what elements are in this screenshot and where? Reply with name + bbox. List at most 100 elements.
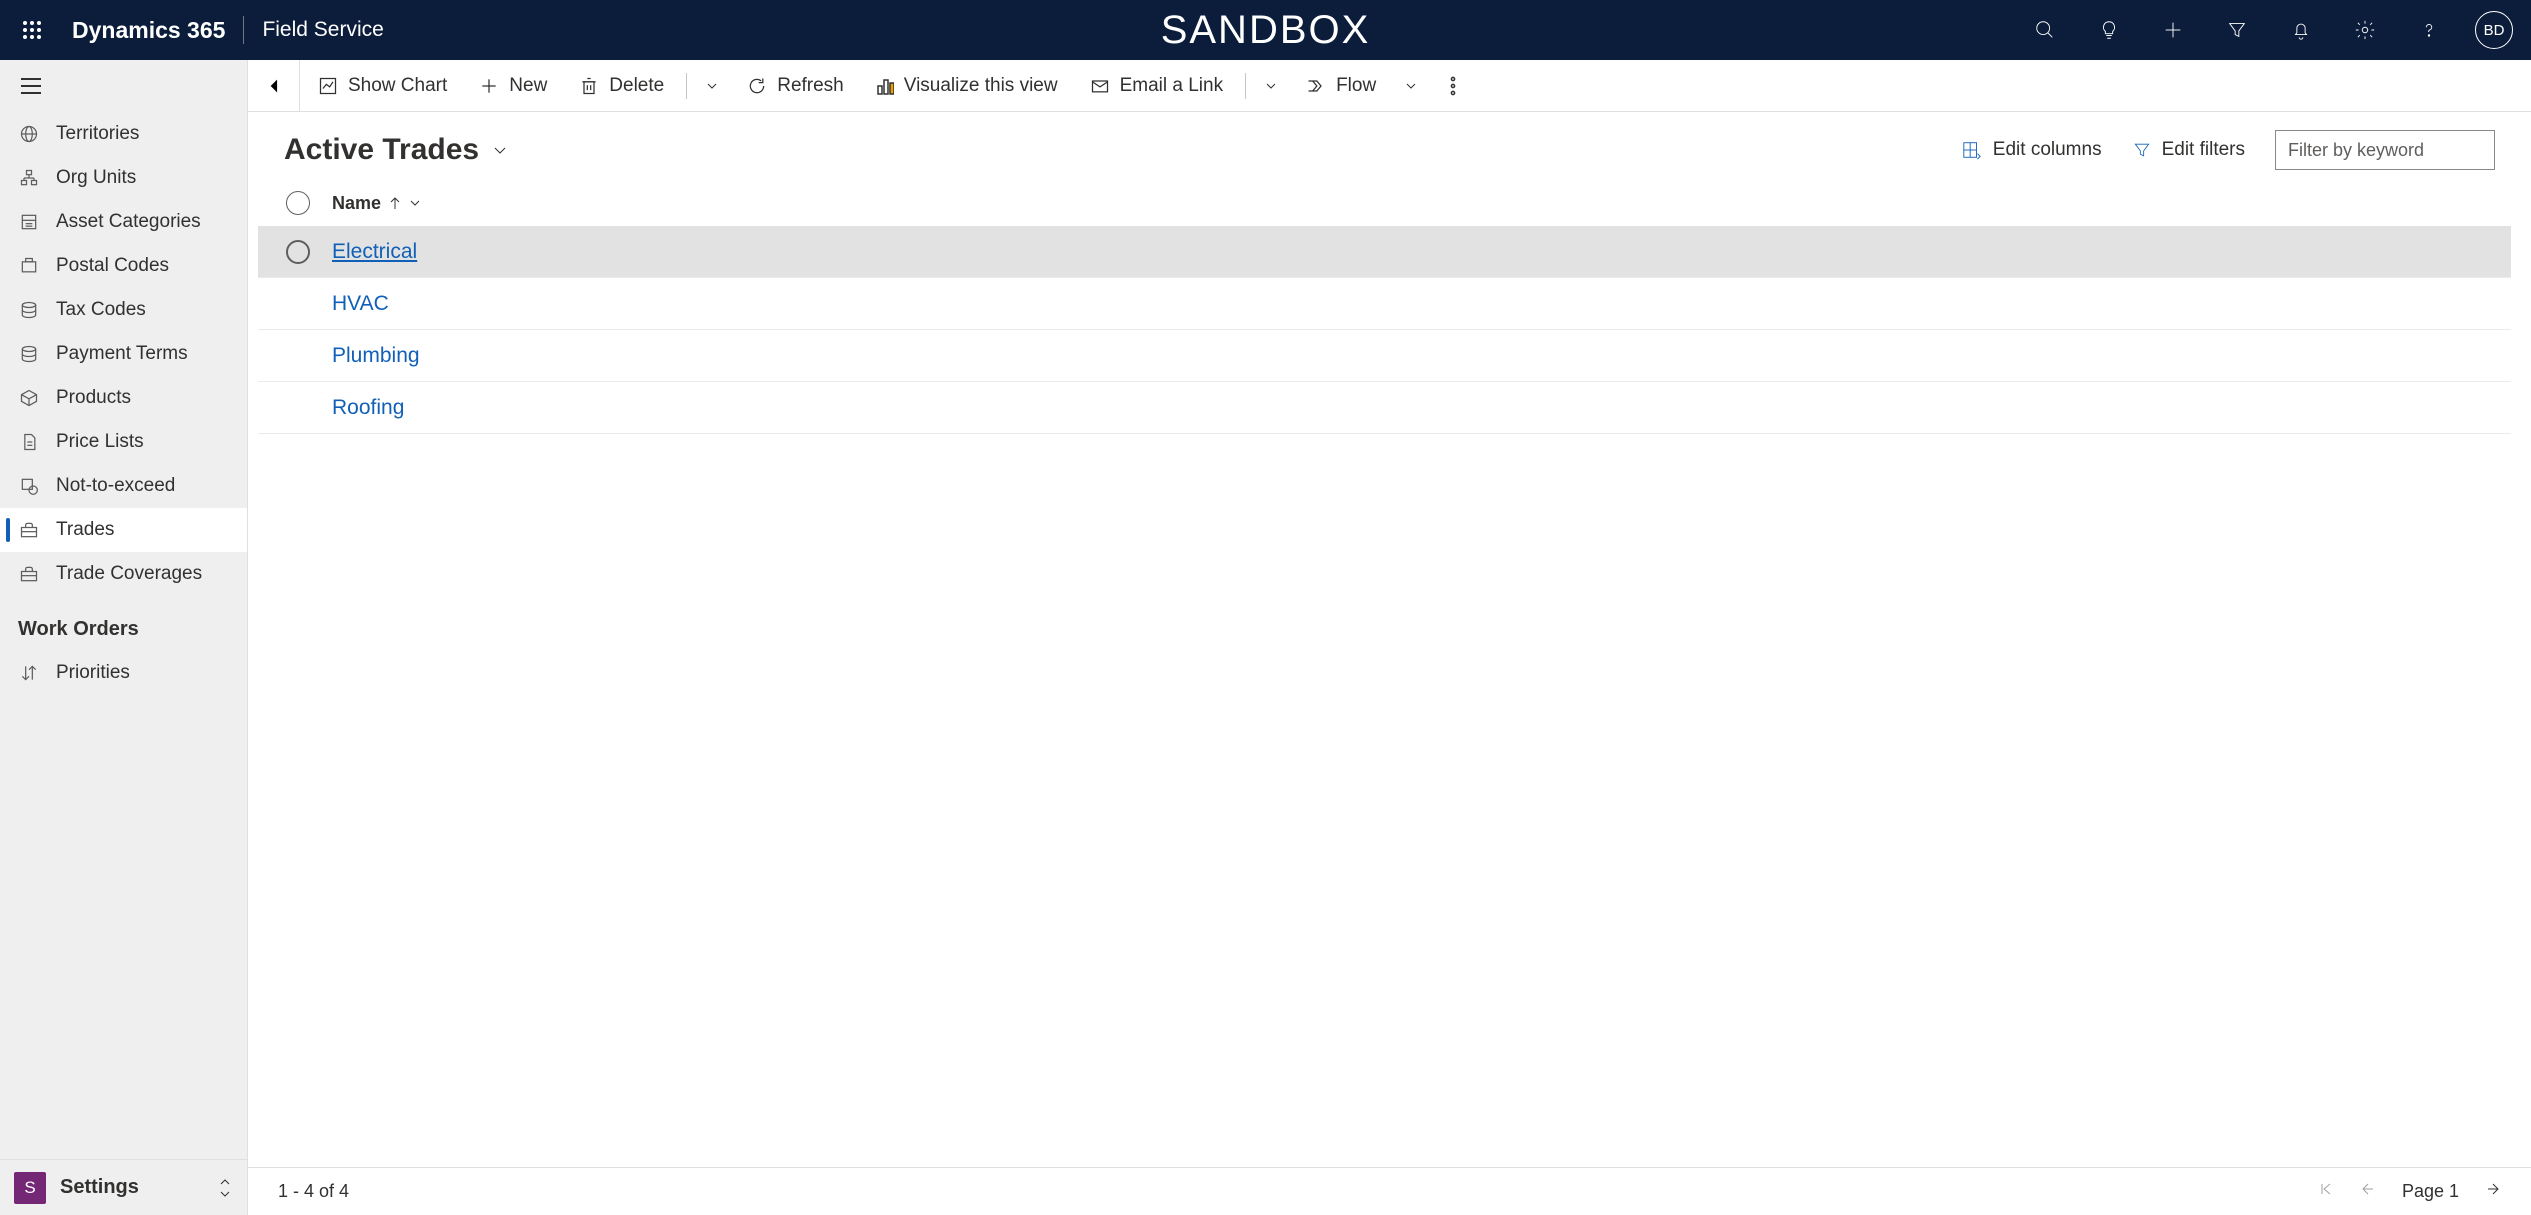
environment-label: SANDBOX [1161,8,1371,53]
pagination: Page 1 [2318,1181,2501,1202]
view-header: Active Trades Edit columns Edit filters [248,112,2531,180]
flow-button[interactable]: Flow [1292,60,1390,111]
grid-header-row: Name [258,180,2511,226]
sort-asc-icon [389,196,401,210]
separator [686,73,687,99]
view-title-dropdown[interactable]: Active Trades [284,133,509,167]
grid-footer: 1 - 4 of 4 Page 1 [248,1167,2531,1215]
flow-chevron[interactable] [1394,79,1428,93]
show-chart-button[interactable]: Show Chart [304,60,461,111]
app-launcher-icon[interactable] [8,6,56,54]
globe-icon [18,124,40,144]
nav-group-title: Work Orders [0,596,247,651]
overflow-button[interactable] [1436,60,1470,111]
doc-icon [18,432,40,452]
divider [243,16,244,44]
table-row[interactable]: Roofing [258,382,2511,434]
sidebar-item-not-to-exceed[interactable]: Not-to-exceed [0,464,247,508]
show-chart-label: Show Chart [348,75,447,97]
new-label: New [509,75,547,97]
flow-label: Flow [1336,75,1376,97]
brand-label[interactable]: Dynamics 365 [72,17,225,44]
email-link-button[interactable]: Email a Link [1076,60,1238,111]
column-name-header[interactable]: Name [322,193,421,214]
sidebar-item-org-units[interactable]: Org Units [0,156,247,200]
filter-keyword-input[interactable] [2275,130,2495,170]
table-row[interactable]: Plumbing [258,330,2511,382]
toolbox-icon [18,564,40,584]
sidebar: Territories Org Units Asset CategoriesPost… [0,60,248,1215]
chevron-down-icon [409,197,421,209]
column-name-label: Name [332,193,381,214]
global-topbar: Dynamics 365 Field Service SANDBOX BD [0,0,2531,60]
edit-columns-button[interactable]: Edit columns [1961,139,2102,161]
gear-icon[interactable] [2347,12,2383,48]
topbar-actions: BD [2027,11,2523,49]
edit-filters-button[interactable]: Edit filters [2132,139,2245,161]
org-icon [18,168,40,188]
delete-split-chevron[interactable] [695,79,729,93]
page-label: Page 1 [2402,1181,2459,1202]
email-link-label: Email a Link [1120,75,1224,97]
priority-icon [18,663,40,683]
view-title-text: Active Trades [284,133,479,167]
search-icon[interactable] [2027,12,2063,48]
app-name-label[interactable]: Field Service [262,18,383,42]
area-label: Settings [60,1176,203,1199]
sidebar-item-territories[interactable]: Territories [0,112,247,156]
sidebar-item-trades[interactable]: Trades [0,508,247,552]
email-split-chevron[interactable] [1254,79,1288,93]
sidebar-item-payment-terms[interactable]: Payment Terms [0,332,247,376]
sidebar-item-label: Priorities [56,662,130,684]
filter-icon[interactable] [2219,12,2255,48]
back-button[interactable] [256,60,300,111]
toolbox-icon [18,520,40,540]
stack-icon [18,344,40,364]
sidebar-item-label: Not-to-exceed [56,475,175,497]
delete-button[interactable]: Delete [565,60,678,111]
first-page-icon [2318,1181,2334,1202]
sidebar-item-priorities[interactable]: Priorities [0,651,247,695]
asset-icon [18,212,40,232]
sidebar-item-asset-categories[interactable]: Asset Categories [0,200,247,244]
separator [1245,73,1246,99]
sidebar-item-postal-codes[interactable]: Postal Codes [0,244,247,288]
grid: Name Electrical HVAC Plumbing Roofing [248,180,2531,1167]
record-link[interactable]: HVAC [332,292,389,315]
refresh-button[interactable]: Refresh [733,60,858,111]
postal-icon [18,256,40,276]
area-badge: S [14,1172,46,1204]
add-icon[interactable] [2155,12,2191,48]
sidebar-item-label: Org Units [56,167,136,189]
updown-icon [217,1177,233,1199]
record-link[interactable]: Roofing [332,396,404,419]
select-all-checkbox[interactable] [286,191,310,215]
row-checkbox[interactable] [286,240,310,264]
sidebar-item-label: Payment Terms [56,343,188,365]
record-count: 1 - 4 of 4 [278,1181,349,1202]
record-link[interactable]: Electrical [332,240,417,263]
table-row[interactable]: Electrical [258,226,2511,278]
record-link[interactable]: Plumbing [332,344,420,367]
refresh-label: Refresh [777,75,844,97]
hamburger-icon[interactable] [0,60,247,112]
sidebar-item-label: Trades [56,519,114,541]
main-area: Show Chart New Delete Refresh Visualize … [248,60,2531,1215]
sidebar-item-label: Trade Coverages [56,563,202,585]
visualize-label: Visualize this view [904,75,1058,97]
visualize-button[interactable]: Visualize this view [862,60,1072,111]
next-page-icon[interactable] [2485,1181,2501,1202]
new-button[interactable]: New [465,60,561,111]
sidebar-item-products[interactable]: Products [0,376,247,420]
sidebar-item-tax-codes[interactable]: Tax Codes [0,288,247,332]
bell-icon[interactable] [2283,12,2319,48]
area-switcher[interactable]: S Settings [0,1159,247,1215]
table-row[interactable]: HVAC [258,278,2511,330]
help-icon[interactable] [2411,12,2447,48]
lightbulb-icon[interactable] [2091,12,2127,48]
nav-list: Territories Org Units Asset CategoriesPost… [0,112,247,1159]
sidebar-item-trade-coverages[interactable]: Trade Coverages [0,552,247,596]
sidebar-item-price-lists[interactable]: Price Lists [0,420,247,464]
sidebar-item-label: Price Lists [56,431,144,453]
user-avatar[interactable]: BD [2475,11,2513,49]
